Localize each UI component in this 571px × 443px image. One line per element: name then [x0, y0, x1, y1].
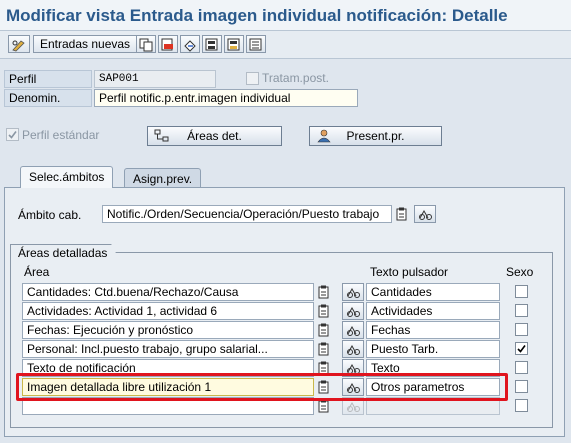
row-detail-button[interactable] — [342, 397, 364, 415]
tratam-post-label: Tratam.post. — [262, 71, 329, 85]
select-all-icon — [249, 38, 262, 51]
texto-field[interactable]: Cantidades — [366, 283, 500, 301]
display-change-button[interactable] — [8, 35, 30, 53]
texto-field[interactable]: Fechas — [366, 321, 500, 339]
texto-field[interactable]: Otros parametros — [366, 378, 500, 396]
checkmark-icon — [8, 131, 17, 139]
clipboard-icon[interactable] — [318, 304, 330, 321]
row-detail-button[interactable] — [342, 283, 364, 301]
row-detail-button[interactable] — [342, 302, 364, 320]
row-detail-button[interactable] — [342, 321, 364, 339]
area-field[interactable]: Personal: Incl.puesto trabajo, grupo sal… — [22, 340, 314, 358]
present-pr-label: Present.pr. — [346, 129, 405, 143]
export-button[interactable] — [202, 35, 222, 53]
glasses-icon — [347, 325, 360, 336]
glasses-icon — [419, 209, 432, 220]
area-field[interactable]: Fechas: Ejecución y pronóstico — [22, 321, 314, 339]
tab-selec-ambitos[interactable]: Selec.ámbitos — [20, 166, 114, 188]
texto-field[interactable]: Puesto Tarb. — [366, 340, 500, 358]
area-field[interactable]: Texto de notificación — [22, 359, 314, 377]
delete-button[interactable] — [158, 35, 178, 53]
areas-det-button[interactable]: Áreas det. — [147, 126, 282, 146]
hierarchy-icon — [154, 129, 169, 142]
row-detail-button[interactable] — [342, 378, 364, 396]
perfil-field[interactable]: SAP001 — [94, 70, 216, 88]
glasses-icon — [347, 401, 360, 412]
perfil-estandar-checkbox[interactable] — [6, 128, 19, 141]
ambito-cab-detail-button[interactable] — [414, 205, 436, 223]
clipboard-icon — [396, 207, 407, 221]
pencil-glasses-icon — [12, 40, 25, 52]
column-texto-pulsador: Texto pulsador — [370, 265, 449, 279]
glasses-icon — [347, 344, 360, 355]
glasses-icon — [347, 287, 360, 298]
clipboard-icon[interactable] — [318, 361, 330, 378]
copy-icon — [139, 38, 153, 52]
texto-field[interactable] — [366, 397, 500, 415]
glasses-icon — [347, 363, 360, 374]
person-icon — [317, 129, 331, 143]
denomin-field[interactable]: Perfil notific.p.entr.imagen individual — [94, 89, 358, 107]
sexo-checkbox[interactable] — [515, 323, 528, 336]
texto-field[interactable]: Actividades — [366, 302, 500, 320]
clipboard-icon[interactable] — [318, 342, 330, 359]
sexo-checkbox[interactable] — [515, 380, 528, 393]
clipboard-icon[interactable] — [318, 285, 330, 302]
denomin-label: Denomin. — [4, 89, 92, 107]
undo-button[interactable] — [180, 35, 200, 53]
ambito-cab-field[interactable]: Notific./Orden/Secuencia/Operación/Puest… — [102, 205, 392, 223]
row-detail-button[interactable] — [342, 340, 364, 358]
area-field[interactable]: Actividades: Actividad 1, actividad 6 — [22, 302, 314, 320]
areas-group-label: Áreas detalladas — [14, 245, 112, 261]
row-detail-button[interactable] — [342, 359, 364, 377]
sexo-checkbox[interactable] — [515, 342, 528, 355]
sexo-checkbox[interactable] — [515, 399, 528, 412]
import-button[interactable] — [224, 35, 244, 53]
undo-icon — [184, 40, 196, 52]
ambito-cab-f4-icon[interactable] — [396, 207, 408, 224]
present-pr-button[interactable]: Present.pr. — [309, 126, 442, 146]
glasses-icon — [347, 306, 360, 317]
area-field-selected[interactable]: Imagen detallada libre utilización 1 — [22, 378, 314, 396]
import-icon — [227, 38, 240, 51]
new-entries-button[interactable]: Entradas nuevas — [33, 35, 138, 53]
texto-field[interactable]: Texto — [366, 359, 500, 377]
clipboard-icon[interactable] — [318, 399, 330, 416]
sexo-checkbox[interactable] — [515, 304, 528, 317]
clipboard-icon[interactable] — [318, 323, 330, 340]
sexo-checkbox[interactable] — [515, 285, 528, 298]
area-field[interactable]: Cantidades: Ctd.buena/Rechazo/Causa — [22, 283, 314, 301]
perfil-estandar-label: Perfil estándar — [22, 128, 100, 142]
copy-button[interactable] — [136, 35, 156, 53]
glasses-icon — [347, 382, 360, 393]
tab-asign-prev[interactable]: Asign.prev. — [124, 168, 202, 188]
tratam-post-checkbox[interactable] — [246, 72, 259, 85]
export-icon — [205, 38, 218, 51]
title-bar: Modificar vista Entrada imagen individua… — [0, 0, 571, 31]
areas-det-label: Áreas det. — [187, 129, 242, 143]
column-sexo: Sexo — [506, 265, 534, 279]
clipboard-icon[interactable] — [318, 380, 330, 397]
ambito-cab-label: Ámbito cab. — [18, 208, 82, 222]
select-all-button[interactable] — [246, 35, 266, 53]
page-title: Modificar vista Entrada imagen individua… — [6, 6, 508, 25]
sexo-checkbox[interactable] — [515, 361, 528, 374]
checkmark-icon — [517, 345, 526, 353]
area-field[interactable] — [22, 397, 314, 415]
delete-icon — [161, 38, 173, 51]
perfil-label: Perfil — [4, 70, 92, 88]
column-area: Área — [24, 265, 50, 279]
application-toolbar: Entradas nuevas — [0, 31, 571, 59]
